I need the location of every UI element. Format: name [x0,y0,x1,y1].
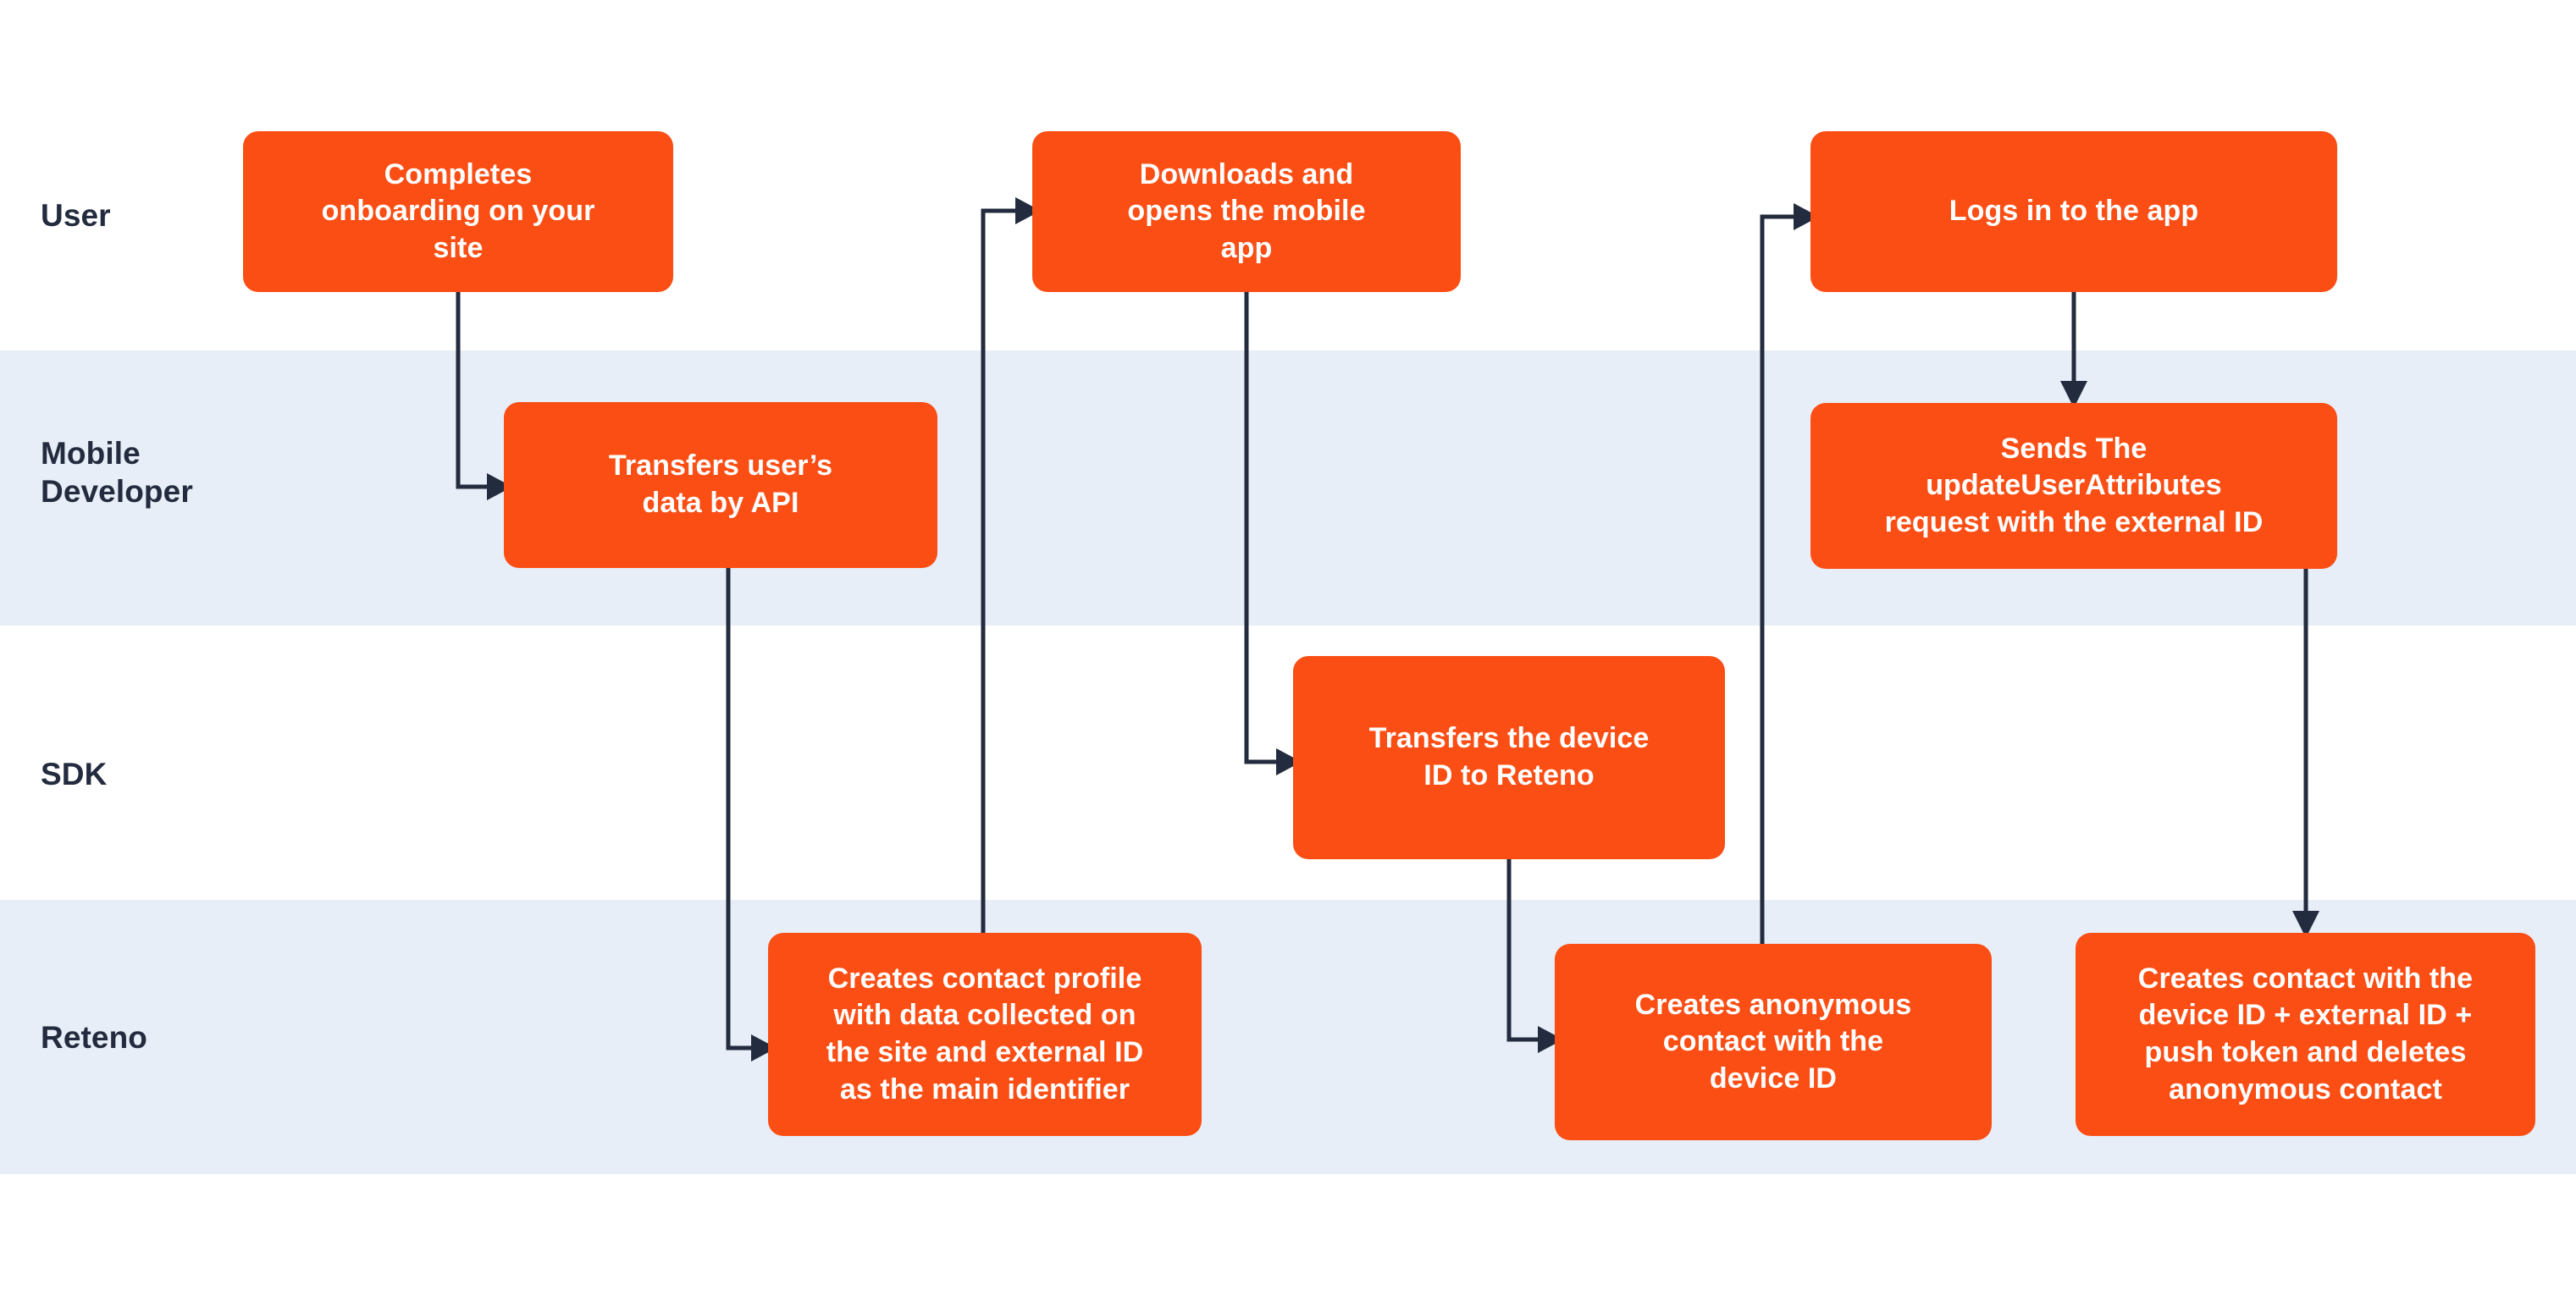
node-creates-contact-profile[interactable]: Creates contact profile with data collec… [768,933,1202,1136]
diagram-canvas: User Mobile Developer SDK Reteno Complet… [0,0,2576,1307]
node-transfers-user-data-by-api[interactable]: Transfers user’s data by API [504,402,937,568]
swimlane-label-sdk: SDK [41,757,108,791]
node-downloads-opens-mobile-app[interactable]: Downloads and opens the mobile app [1032,131,1461,292]
node-creates-contact-with-ids[interactable]: Creates contact with the device ID + ext… [2076,933,2535,1136]
node-transfers-device-id[interactable]: Transfers the device ID to Reteno [1293,656,1725,859]
swimlane-label-mobile-developer: Mobile Developer [41,436,193,510]
node-completes-onboarding[interactable]: Completes onboarding on your site [243,131,673,292]
node-creates-anonymous-contact[interactable]: Creates anonymous contact with the devic… [1555,944,1992,1140]
node-sends-update-user-attributes[interactable]: Sends The updateUserAttributes request w… [1810,403,2337,569]
swimlane-label-user: User [41,198,111,233]
swimlane-label-reteno: Reteno [41,1020,147,1055]
node-logs-in-to-app[interactable]: Logs in to the app [1810,131,2337,292]
